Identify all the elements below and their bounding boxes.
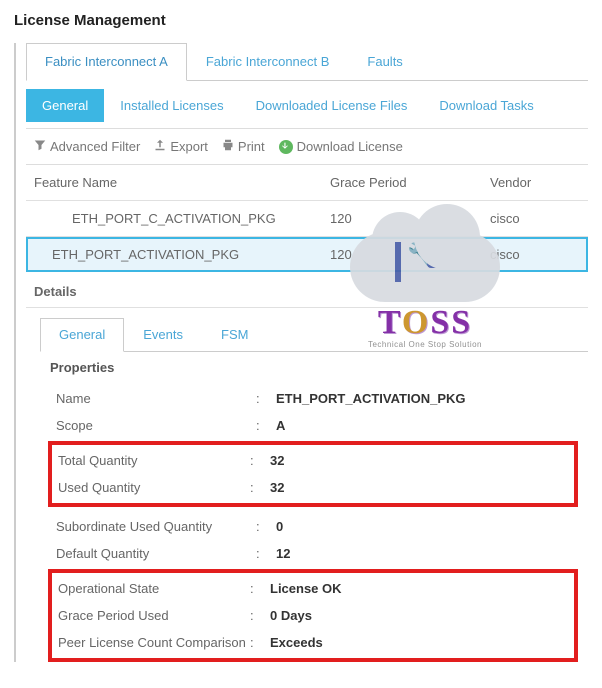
prop-label: Operational State — [58, 581, 250, 596]
prop-subordinate-used-quantity: Subordinate Used Quantity : 0 — [56, 513, 588, 540]
fabric-tabs: Fabric Interconnect A Fabric Interconnec… — [26, 43, 588, 81]
table-toolbar: Advanced Filter Export Print Download Li… — [26, 128, 588, 165]
prop-value: Exceeds — [264, 635, 568, 650]
detail-tab-fsm[interactable]: FSM — [202, 318, 267, 351]
license-subtabs: General Installed Licenses Downloaded Li… — [26, 89, 588, 122]
prop-label: Default Quantity — [56, 546, 256, 561]
prop-total-quantity: Total Quantity : 32 — [58, 447, 568, 474]
cell-grace: 120 — [330, 211, 490, 226]
export-icon — [154, 139, 166, 154]
prop-label: Name — [56, 391, 256, 406]
table-row[interactable]: ETH_PORT_ACTIVATION_PKG 120 cisco — [26, 237, 588, 272]
filter-icon — [34, 139, 46, 154]
colon: : — [256, 519, 270, 534]
print-button[interactable]: Print — [222, 139, 265, 154]
export-button[interactable]: Export — [154, 139, 208, 154]
prop-operational-state: Operational State : License OK — [58, 575, 568, 602]
prop-label: Used Quantity — [58, 480, 250, 495]
details-tabs: General Events FSM — [40, 318, 588, 352]
prop-peer-license-comparison: Peer License Count Comparison : Exceeds — [58, 629, 568, 656]
subtab-download-tasks[interactable]: Download Tasks — [423, 89, 549, 122]
col-vendor[interactable]: Vendor — [490, 175, 580, 190]
prop-used-quantity: Used Quantity : 32 — [58, 474, 568, 501]
cell-feature: ETH_PORT_ACTIVATION_PKG — [34, 247, 330, 262]
detail-tab-general[interactable]: General — [40, 318, 124, 352]
colon: : — [250, 480, 264, 495]
prop-value: 32 — [264, 453, 568, 468]
table-row[interactable]: ETH_PORT_C_ACTIVATION_PKG 120 cisco — [26, 201, 588, 237]
colon: : — [250, 635, 264, 650]
prop-label: Grace Period Used — [58, 608, 250, 623]
prop-value: 12 — [270, 546, 588, 561]
advanced-filter-button[interactable]: Advanced Filter — [34, 139, 140, 154]
detail-tab-events[interactable]: Events — [124, 318, 202, 351]
cell-vendor: cisco — [490, 211, 580, 226]
table-header: Feature Name Grace Period Vendor — [26, 165, 588, 201]
colon: : — [250, 581, 264, 596]
print-label: Print — [238, 139, 265, 154]
page-title: License Management — [14, 12, 588, 29]
prop-label: Peer License Count Comparison — [58, 635, 250, 650]
prop-value: A — [270, 418, 588, 433]
print-icon — [222, 139, 234, 154]
colon: : — [256, 546, 270, 561]
tab-faults[interactable]: Faults — [348, 43, 421, 80]
prop-value: 0 Days — [264, 608, 568, 623]
colon: : — [256, 391, 270, 406]
col-grace-period[interactable]: Grace Period — [330, 175, 490, 190]
advanced-filter-label: Advanced Filter — [50, 139, 140, 154]
tab-fabric-a[interactable]: Fabric Interconnect A — [26, 43, 187, 81]
col-feature-name[interactable]: Feature Name — [34, 175, 330, 190]
subtab-installed-licenses[interactable]: Installed Licenses — [104, 89, 239, 122]
tab-fabric-b[interactable]: Fabric Interconnect B — [187, 43, 349, 80]
details-header: Details — [26, 272, 588, 308]
colon: : — [250, 608, 264, 623]
highlight-state-box: Operational State : License OK Grace Per… — [48, 569, 578, 662]
prop-label: Subordinate Used Quantity — [56, 519, 256, 534]
highlight-quantity-box: Total Quantity : 32 Used Quantity : 32 — [48, 441, 578, 507]
subtab-downloaded-files[interactable]: Downloaded License Files — [240, 89, 424, 122]
prop-name: Name : ETH_PORT_ACTIVATION_PKG — [56, 385, 588, 412]
cell-feature: ETH_PORT_C_ACTIVATION_PKG — [54, 211, 330, 226]
subtab-general[interactable]: General — [26, 89, 104, 122]
download-license-button[interactable]: Download License — [279, 139, 403, 154]
properties-header: Properties — [50, 360, 588, 375]
prop-value: 0 — [270, 519, 588, 534]
prop-grace-period-used: Grace Period Used : 0 Days — [58, 602, 568, 629]
colon: : — [250, 453, 264, 468]
prop-default-quantity: Default Quantity : 12 — [56, 540, 588, 567]
prop-label: Scope — [56, 418, 256, 433]
prop-value: License OK — [264, 581, 568, 596]
export-label: Export — [170, 139, 208, 154]
cell-vendor: cisco — [490, 247, 580, 262]
prop-value: 32 — [264, 480, 568, 495]
colon: : — [256, 418, 270, 433]
prop-value: ETH_PORT_ACTIVATION_PKG — [270, 391, 588, 406]
download-license-label: Download License — [297, 139, 403, 154]
prop-label: Total Quantity — [58, 453, 250, 468]
prop-scope: Scope : A — [56, 412, 588, 439]
cell-grace: 120 — [330, 247, 490, 262]
download-icon — [279, 140, 293, 154]
